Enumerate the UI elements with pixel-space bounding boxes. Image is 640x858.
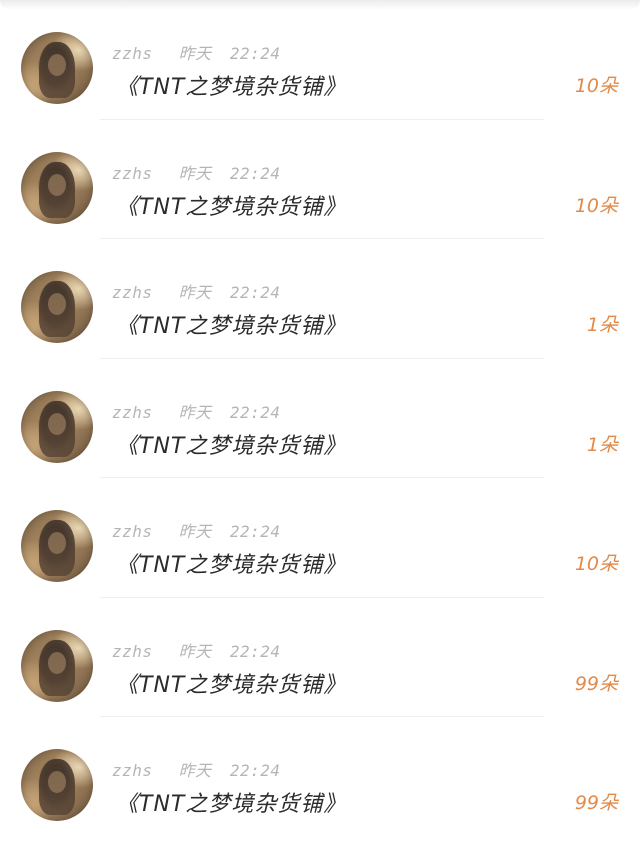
book-title[interactable]: 《TNT之梦境杂货铺》 bbox=[116, 547, 346, 579]
avatar[interactable] bbox=[21, 271, 93, 343]
time-label: 22:24 bbox=[229, 641, 281, 661]
avatar[interactable] bbox=[21, 510, 93, 582]
gift-list: zzhs 昨天 22:24 《TNT之梦境杂货铺》 10朵 zzhs 昨天 22… bbox=[0, 0, 640, 837]
list-item[interactable]: zzhs 昨天 22:24 《TNT之梦境杂货铺》 10朵 bbox=[0, 0, 640, 120]
item-meta: zzhs 昨天 22:24 bbox=[112, 399, 281, 423]
list-item[interactable]: zzhs 昨天 22:24 《TNT之梦境杂货铺》 1朵 bbox=[0, 239, 640, 359]
item-meta: zzhs 昨天 22:24 bbox=[112, 638, 281, 662]
avatar[interactable] bbox=[21, 749, 93, 821]
date-label: 昨天 bbox=[178, 522, 212, 541]
book-title[interactable]: 《TNT之梦境杂货铺》 bbox=[116, 189, 346, 221]
date-label: 昨天 bbox=[178, 163, 212, 183]
flower-count: 1朵 bbox=[586, 314, 618, 336]
username[interactable]: zzhs bbox=[112, 403, 153, 422]
username[interactable]: zzhs bbox=[112, 44, 153, 63]
avatar[interactable] bbox=[21, 629, 93, 702]
book-title[interactable]: 《TNT之梦境杂货铺》 bbox=[116, 786, 346, 818]
username[interactable]: zzhs bbox=[112, 164, 153, 183]
username[interactable]: zzhs bbox=[112, 283, 153, 302]
item-meta: zzhs 昨天 22:24 bbox=[112, 518, 281, 542]
flower-count: 99朵 bbox=[574, 792, 618, 814]
username[interactable]: zzhs bbox=[112, 761, 153, 780]
list-item[interactable]: zzhs 昨天 22:24 《TNT之梦境杂货铺》 99朵 bbox=[0, 598, 640, 717]
flower-count: 99朵 bbox=[574, 672, 618, 695]
book-title[interactable]: 《TNT之梦境杂货铺》 bbox=[116, 667, 346, 699]
time-label: 22:24 bbox=[229, 163, 281, 183]
list-item[interactable]: zzhs 昨天 22:24 《TNT之梦境杂货铺》 10朵 bbox=[0, 120, 640, 239]
username[interactable]: zzhs bbox=[112, 642, 153, 661]
date-label: 昨天 bbox=[178, 402, 212, 422]
item-meta: zzhs 昨天 22:24 bbox=[112, 160, 281, 184]
time-label: 22:24 bbox=[229, 402, 281, 422]
book-title[interactable]: 《TNT之梦境杂货铺》 bbox=[116, 428, 346, 460]
date-label: 昨天 bbox=[178, 44, 212, 63]
list-item[interactable]: zzhs 昨天 22:24 《TNT之梦境杂货铺》 1朵 bbox=[0, 359, 640, 478]
flower-count: 10朵 bbox=[574, 194, 618, 217]
time-label: 22:24 bbox=[229, 522, 281, 541]
gift-record-page: zzhs 昨天 22:24 《TNT之梦境杂货铺》 10朵 zzhs 昨天 22… bbox=[0, 0, 640, 858]
time-label: 22:24 bbox=[229, 283, 281, 302]
date-label: 昨天 bbox=[178, 761, 212, 780]
list-item[interactable]: zzhs 昨天 22:24 《TNT之梦境杂货铺》 10朵 bbox=[0, 478, 640, 598]
item-meta: zzhs 昨天 22:24 bbox=[112, 40, 281, 64]
time-label: 22:24 bbox=[229, 761, 281, 780]
flower-count: 1朵 bbox=[586, 433, 618, 456]
book-title[interactable]: 《TNT之梦境杂货铺》 bbox=[116, 308, 346, 340]
list-item[interactable]: zzhs 昨天 22:24 《TNT之梦境杂货铺》 99朵 bbox=[0, 717, 640, 837]
avatar[interactable] bbox=[21, 32, 93, 104]
time-label: 22:24 bbox=[229, 44, 281, 63]
item-meta: zzhs 昨天 22:24 bbox=[112, 279, 281, 303]
avatar[interactable] bbox=[21, 151, 93, 224]
flower-count: 10朵 bbox=[574, 75, 618, 97]
flower-count: 10朵 bbox=[574, 553, 618, 575]
date-label: 昨天 bbox=[178, 641, 212, 661]
date-label: 昨天 bbox=[178, 283, 212, 302]
avatar[interactable] bbox=[21, 390, 93, 463]
book-title[interactable]: 《TNT之梦境杂货铺》 bbox=[116, 69, 346, 101]
username[interactable]: zzhs bbox=[112, 522, 153, 541]
item-meta: zzhs 昨天 22:24 bbox=[112, 757, 281, 781]
